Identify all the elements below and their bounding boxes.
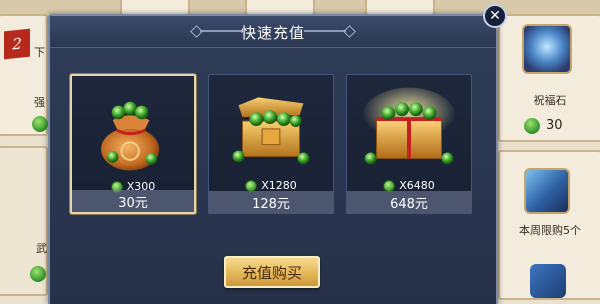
dialog-title-bar: 快速充值 xyxy=(50,16,496,48)
gem-treasure-icon xyxy=(361,87,457,165)
dialog-title: 快速充值 xyxy=(240,24,305,42)
recharge-pack-2[interactable]: X1280 128元 xyxy=(208,74,334,214)
left-fragment-2: 强 xyxy=(34,96,45,109)
pack-price: 128元 xyxy=(209,191,333,213)
item-limit-text: 本周限购5个 xyxy=(519,224,581,237)
jade-gem-icon xyxy=(245,179,258,192)
left-currency-icon xyxy=(32,116,48,132)
gem-pouch-icon xyxy=(101,101,160,171)
title-ornament-right xyxy=(304,30,346,32)
close-icon: ✕ xyxy=(489,8,501,24)
item-price: 30 xyxy=(546,118,563,133)
item-icon-partial xyxy=(530,264,566,298)
jade-gem-icon xyxy=(383,179,396,192)
shop-card-badge: 2 xyxy=(4,28,30,60)
item-currency-icon xyxy=(524,118,540,134)
gem-chest-icon xyxy=(232,97,310,165)
left-currency-icon-2 xyxy=(30,266,46,282)
badge-number: 2 xyxy=(12,34,22,54)
recharge-buy-button[interactable]: 充值购买 xyxy=(224,256,320,288)
item-name: 祝福石 xyxy=(533,94,567,107)
recharge-pack-3[interactable]: X6480 648元 xyxy=(346,74,472,214)
close-button[interactable]: ✕ xyxy=(483,4,507,28)
blessing-stone-icon xyxy=(522,24,572,74)
pack-price: 30元 xyxy=(72,190,194,212)
left-fragment-1: 下 xyxy=(34,46,45,59)
book-icon xyxy=(524,168,570,214)
recharge-pack-1[interactable]: X300 30元 xyxy=(70,74,196,214)
pack-price: 648元 xyxy=(347,191,471,213)
left-fragment-3: 武 xyxy=(36,242,47,255)
